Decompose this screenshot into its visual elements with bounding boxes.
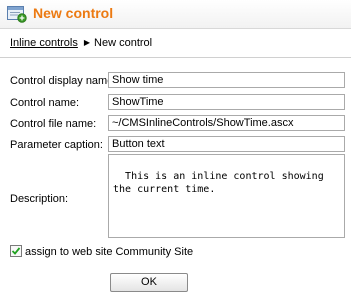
control-name-field[interactable]: ShowTime	[108, 94, 345, 110]
file-name-label: Control file name:	[10, 118, 97, 130]
parameter-caption-field[interactable]: Button text	[108, 136, 345, 152]
breadcrumb-link-inline-controls[interactable]: Inline controls	[10, 37, 78, 49]
breadcrumb: Inline controls ▶ New control	[10, 37, 152, 51]
control-name-label: Control name:	[10, 97, 80, 109]
breadcrumb-current: New control	[94, 37, 153, 49]
page-header: New control	[0, 0, 351, 29]
breadcrumb-arrow-icon: ▶	[83, 38, 91, 47]
description-label: Description:	[10, 193, 69, 205]
file-name-field[interactable]: ~/CMSInlineControls/ShowTime.ascx	[108, 115, 345, 131]
assign-checkbox[interactable]	[10, 245, 22, 257]
assign-checkbox-label[interactable]: assign to web site Community Site	[25, 246, 193, 258]
page-title: New control	[33, 5, 114, 21]
checkmark-icon	[11, 247, 21, 255]
resize-grip-icon[interactable]	[336, 229, 343, 236]
new-control-icon	[7, 5, 27, 23]
description-text: This is an inline control showing the cu…	[113, 171, 330, 195]
header-divider	[0, 57, 351, 58]
ok-button[interactable]: OK	[110, 273, 188, 292]
display-name-label: Control display name:	[10, 75, 117, 87]
display-name-field[interactable]: Show time	[108, 72, 345, 88]
parameter-caption-label: Parameter caption:	[10, 139, 103, 151]
description-textarea[interactable]: This is an inline control showing the cu…	[108, 154, 345, 238]
